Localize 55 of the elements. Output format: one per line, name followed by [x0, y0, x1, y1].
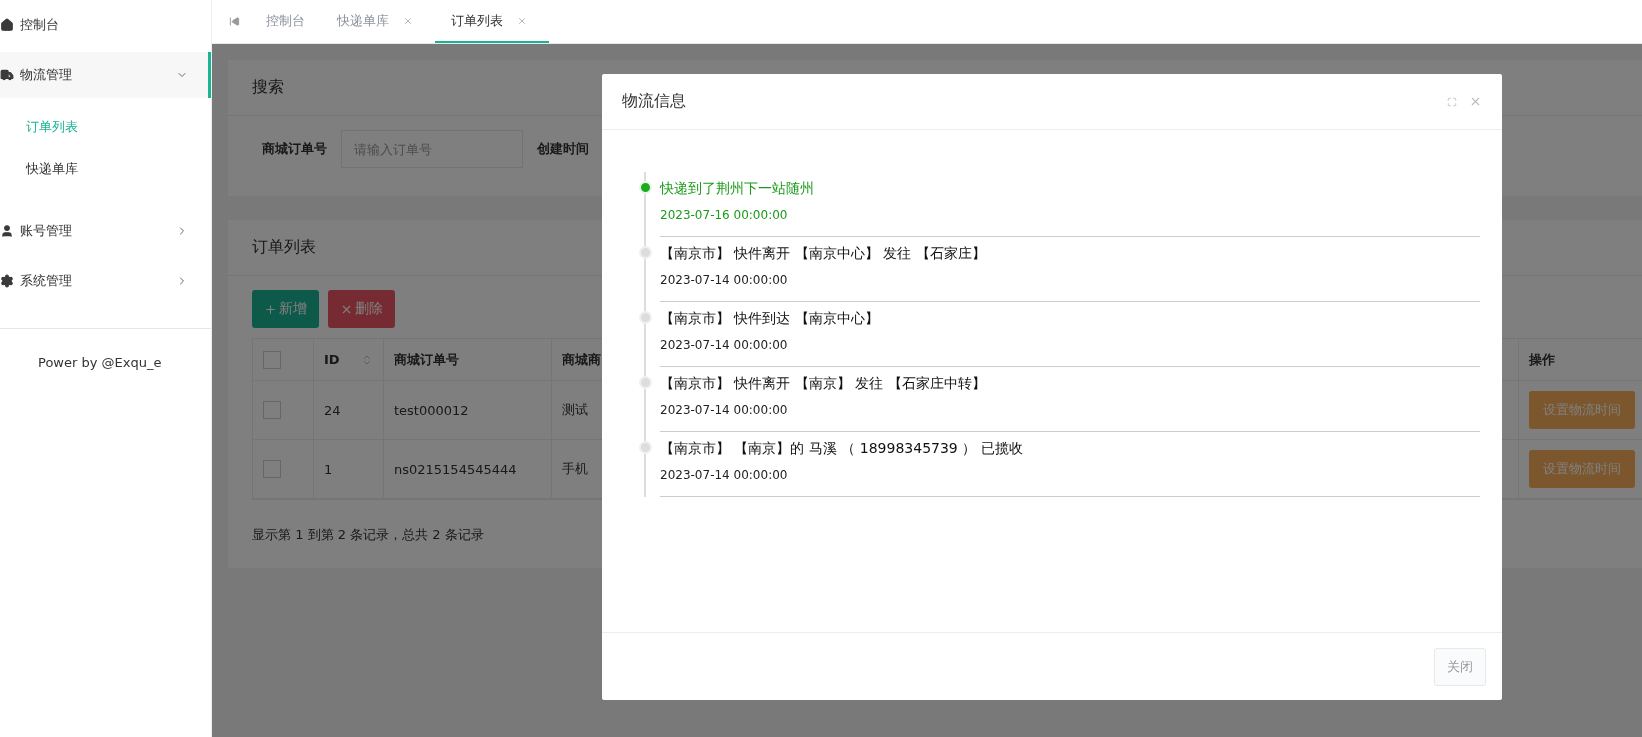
table-cell: 手机 [562, 460, 588, 478]
nav-label: 系统管理 [20, 272, 73, 290]
sidebar-item[interactable]: 系统管理 [0, 258, 211, 304]
record-summary: 显示第 1 到第 2 条记录，总共 2 条记录 [252, 526, 484, 544]
maximize-icon[interactable] [1447, 96, 1457, 107]
table-cell: 24 [324, 402, 341, 418]
settings-icon [0, 274, 14, 288]
sort-icon[interactable] [361, 353, 373, 366]
nav-label: 账号管理 [20, 222, 73, 240]
close-icon[interactable] [403, 15, 413, 26]
close-button[interactable]: 关闭 [1434, 647, 1486, 686]
event-time: 2023-07-14 00:00:00 [660, 468, 789, 482]
dialog-title: 物流信息 [622, 91, 687, 112]
table-cell: ns0215154545444 [394, 461, 517, 477]
field-label: 商城订单号 [262, 140, 327, 158]
close-icon[interactable] [1469, 95, 1482, 108]
nav-label: 物流管理 [20, 66, 73, 84]
sidebar-item[interactable]: 账号管理 [0, 208, 211, 254]
event-time: 2023-07-14 00:00:00 [660, 403, 789, 417]
table-cell: test000012 [394, 402, 469, 418]
checkbox[interactable] [263, 401, 281, 419]
table-cell: 1 [324, 461, 333, 477]
sidebar-item[interactable]: 物流管理 [0, 52, 211, 98]
column-header: 商城订单号 [394, 350, 459, 369]
column-header: ID [324, 352, 340, 367]
sidebar-subitem[interactable]: 快递单库 [0, 148, 211, 190]
nav-label: 控制台 [20, 16, 60, 34]
tab[interactable]: 快递单库 [327, 0, 435, 43]
delete-button[interactable]: 删除 [328, 290, 395, 328]
event-time: 2023-07-14 00:00:00 [660, 338, 789, 352]
card-title: 订单列表 [252, 237, 316, 258]
event-text: 快递到了荆州下一站随州 [660, 180, 815, 198]
event-time: 2023-07-16 00:00:00 [660, 208, 789, 222]
truck-icon [0, 68, 14, 82]
checkbox[interactable] [263, 460, 281, 478]
plus-icon [264, 302, 277, 316]
event-text: 【南京市】 【南京】的 马溪 （ 18998345739 ） 已揽收 [660, 440, 1024, 458]
event-time: 2023-07-14 00:00:00 [660, 273, 789, 287]
column-header: 商城商 [562, 350, 601, 369]
event-text: 【南京市】 快件离开 【南京】 发往 【石家庄中转】 [660, 375, 987, 393]
sidebar-subitem[interactable]: 订单列表 [0, 106, 211, 148]
footer-credit: Power by @Exqu_e [38, 355, 162, 370]
close-icon[interactable] [517, 15, 527, 26]
user-icon [0, 224, 14, 238]
column-header: 操作 [1529, 350, 1555, 369]
event-text: 【南京市】 快件离开 【南京中心】 发往 【石家庄】 [660, 245, 987, 263]
table-cell: 测试 [562, 401, 588, 419]
home-icon [0, 18, 14, 32]
add-button[interactable]: 新增 [252, 290, 319, 328]
tab[interactable]: 控制台 [256, 0, 327, 43]
field-label: 创建时间 [537, 140, 589, 158]
event-text: 【南京市】 快件到达 【南京中心】 [660, 310, 880, 328]
checkbox[interactable] [263, 350, 281, 369]
sidebar-item[interactable]: 控制台 [0, 2, 211, 48]
card-title: 搜索 [252, 77, 284, 98]
